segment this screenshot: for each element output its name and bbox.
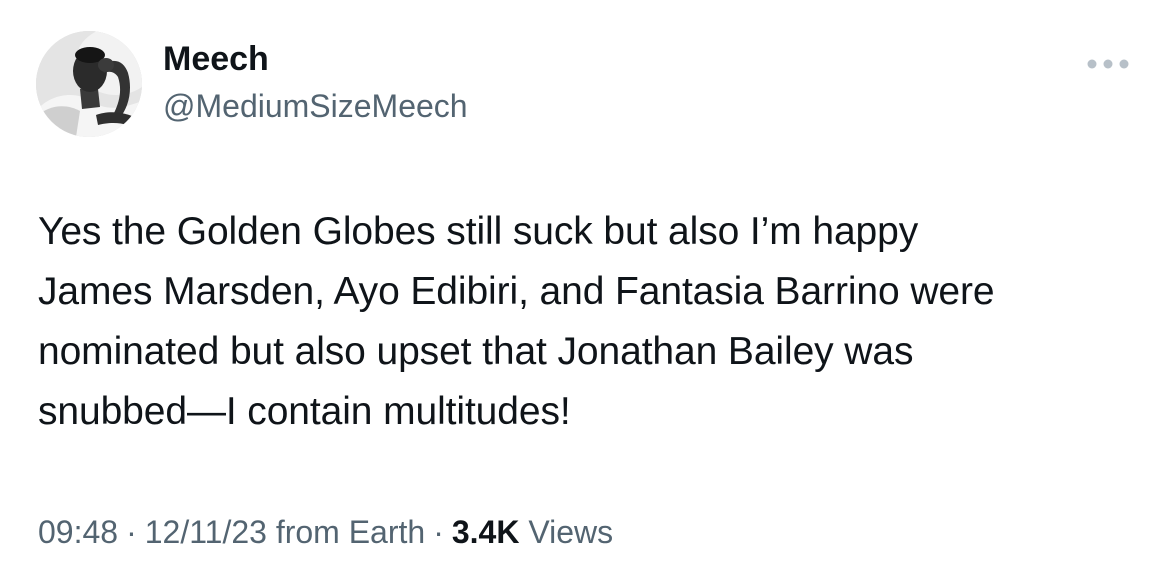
ellipsis-icon	[1087, 59, 1129, 69]
more-options-button[interactable]	[1080, 50, 1136, 78]
tweet-metadata: 09:48 · 12/11/23 from Earth · 3.4K Views	[38, 514, 613, 551]
tweet-text: Yes the Golden Globes still suck but als…	[38, 210, 995, 433]
tweet-time[interactable]: 09:48	[38, 514, 118, 550]
user-handle[interactable]: @MediumSizeMeech	[163, 88, 468, 125]
views-count[interactable]: 3.4K	[452, 514, 520, 550]
display-name[interactable]: Meech	[163, 40, 269, 79]
avatar[interactable]	[36, 31, 142, 137]
meta-separator: ·	[433, 514, 444, 550]
tweet-date[interactable]: 12/11/23	[145, 514, 267, 550]
views-label: Views	[528, 514, 614, 550]
profile-photo-icon	[36, 31, 142, 137]
tweet-card: Meech @MediumSizeMeech Yes the Golden Gl…	[0, 0, 1170, 570]
meta-separator: ·	[126, 514, 137, 550]
tweet-source: from Earth	[275, 514, 426, 550]
